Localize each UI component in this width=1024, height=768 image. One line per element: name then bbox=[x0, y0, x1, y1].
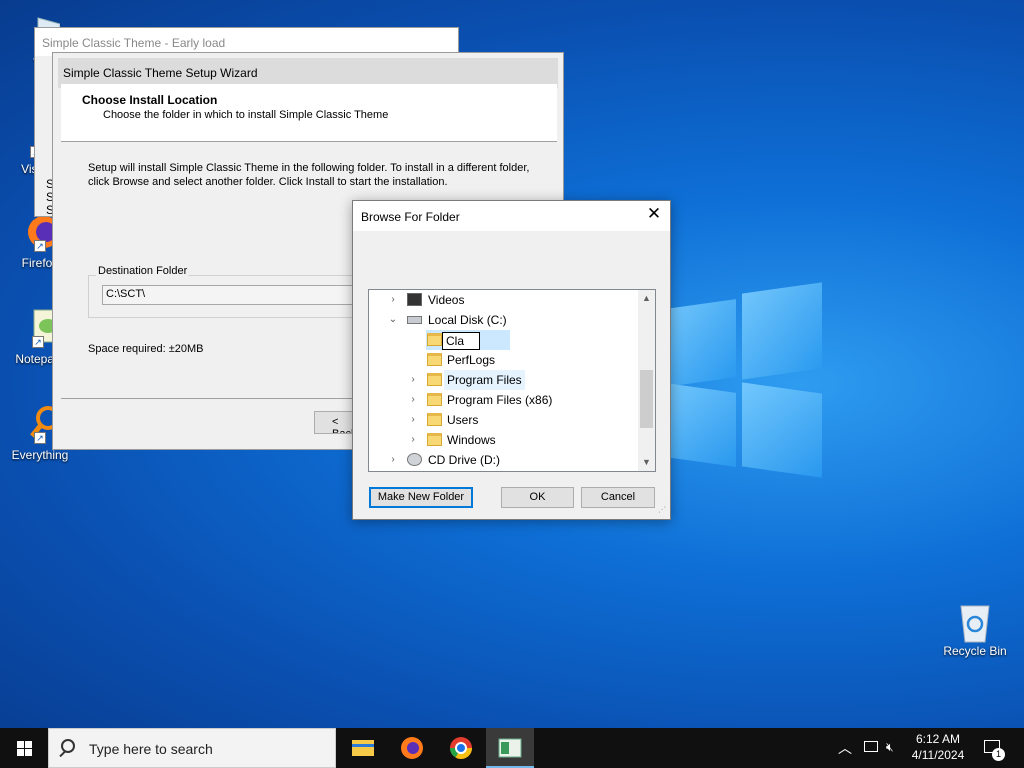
setup-wizard-icon bbox=[498, 738, 522, 758]
destination-folder-label: Destination Folder bbox=[96, 265, 190, 277]
start-button[interactable] bbox=[0, 728, 48, 768]
taskbar-file-explorer[interactable] bbox=[339, 728, 387, 768]
tree-item-users[interactable]: › Users bbox=[369, 410, 639, 430]
folder-rename-input[interactable]: Cla bbox=[442, 332, 480, 350]
taskbar-search-box[interactable]: Type here to search bbox=[48, 728, 336, 768]
volume-muted-icon[interactable]: 🔇︎ bbox=[886, 740, 894, 755]
taskbar-firefox[interactable] bbox=[388, 728, 436, 768]
tree-item-program-files-x86[interactable]: › Program Files (x86) bbox=[369, 390, 639, 410]
notification-count-badge: 1 bbox=[992, 748, 1005, 761]
clock-date: 4/11/2024 bbox=[911, 748, 965, 762]
firefox-icon bbox=[401, 737, 423, 759]
browse-title-bar: Browse For Folder ✕ bbox=[353, 201, 670, 231]
wizard-instructions: Setup will install Simple Classic Theme … bbox=[88, 162, 530, 188]
file-explorer-icon bbox=[352, 740, 374, 756]
tree-item-label: Program Files (x86) bbox=[447, 393, 553, 407]
chevron-right-icon[interactable]: › bbox=[407, 430, 419, 450]
clock-time: 6:12 AM bbox=[915, 732, 961, 746]
drive-icon bbox=[407, 316, 422, 324]
tree-item-label: Users bbox=[447, 413, 479, 427]
folder-icon bbox=[427, 373, 442, 386]
cd-drive-icon bbox=[407, 453, 422, 466]
folder-icon bbox=[427, 333, 442, 346]
recycle-bin-icon bbox=[955, 600, 995, 643]
chevron-right-icon[interactable]: › bbox=[407, 370, 419, 390]
video-folder-icon bbox=[407, 293, 422, 306]
tree-item-label: PerfLogs bbox=[447, 353, 496, 367]
folder-icon bbox=[427, 413, 442, 426]
tree-item-label: Local Disk (C:) bbox=[428, 313, 507, 327]
wizard-header: Choose Install Location Choose the folde… bbox=[61, 84, 557, 142]
resize-grip-icon[interactable]: ⋰ bbox=[658, 506, 668, 517]
desktop-icon-recycle-bin[interactable]: Recycle Bin bbox=[935, 600, 1015, 658]
tree-item-cd-drive[interactable]: › CD Drive (D:) bbox=[369, 450, 639, 470]
browse-for-folder-dialog: Browse For Folder ✕ › Videos ⌄ Local Dis… bbox=[352, 200, 671, 520]
tree-item-local-disk[interactable]: ⌄ Local Disk (C:) bbox=[369, 310, 639, 330]
tree-item-label: Windows bbox=[447, 433, 496, 447]
tree-scrollbar[interactable]: ▲ ▼ bbox=[638, 290, 655, 471]
windows-wallpaper-logo bbox=[660, 270, 830, 480]
folder-icon bbox=[427, 433, 442, 446]
close-icon[interactable]: ✕ bbox=[646, 205, 662, 222]
desktop-icon-label: Recycle Bin bbox=[943, 644, 1007, 658]
taskbar: Type here to search ︿ 🔇︎ 6:12 AM 4/11/20… bbox=[0, 728, 1024, 768]
taskbar-setup-wizard[interactable] bbox=[486, 728, 534, 768]
clock[interactable]: 6:12 AM 4/11/2024 bbox=[904, 732, 972, 762]
chrome-icon bbox=[450, 737, 472, 759]
ok-button[interactable]: OK bbox=[501, 487, 574, 508]
tree-item-label: CD Drive (D:) bbox=[428, 453, 500, 467]
folder-tree[interactable]: › Videos ⌄ Local Disk (C:) Cla PerfLogs … bbox=[368, 289, 656, 472]
folder-icon bbox=[427, 393, 442, 406]
wizard-header-title: Choose Install Location bbox=[82, 93, 218, 107]
make-new-folder-button[interactable]: Make New Folder bbox=[369, 487, 473, 508]
desktop-icon-label: Everything bbox=[11, 448, 69, 462]
browse-title: Browse For Folder bbox=[361, 210, 460, 224]
tree-item-perflogs[interactable]: PerfLogs bbox=[369, 350, 639, 370]
cancel-button[interactable]: Cancel bbox=[581, 487, 655, 508]
tree-item-windows[interactable]: › Windows bbox=[369, 430, 639, 450]
taskbar-chrome[interactable] bbox=[437, 728, 485, 768]
chevron-right-icon[interactable]: › bbox=[407, 410, 419, 430]
wizard-header-subtitle: Choose the folder in which to install Si… bbox=[103, 109, 389, 121]
space-required-text: Space required: ±20MB bbox=[88, 343, 204, 355]
tree-item-label: Program Files bbox=[444, 370, 525, 390]
tree-item-videos[interactable]: › Videos bbox=[369, 290, 639, 310]
search-placeholder: Type here to search bbox=[89, 741, 213, 757]
chevron-right-icon[interactable]: › bbox=[387, 290, 399, 310]
chevron-right-icon[interactable]: › bbox=[387, 450, 399, 470]
show-hidden-icons-chevron-up-icon[interactable]: ︿ bbox=[838, 738, 852, 758]
back-button[interactable]: < Back bbox=[314, 411, 354, 434]
chevron-right-icon[interactable]: › bbox=[407, 390, 419, 410]
folder-icon bbox=[427, 353, 442, 366]
network-icon[interactable] bbox=[864, 741, 878, 752]
chevron-down-icon[interactable]: ⌄ bbox=[387, 310, 399, 330]
scroll-thumb[interactable] bbox=[640, 370, 653, 428]
tree-item-program-files[interactable]: › Program Files bbox=[369, 370, 639, 390]
destination-folder-input[interactable]: C:\SCT\ bbox=[102, 285, 382, 305]
scroll-down-icon[interactable]: ▼ bbox=[638, 454, 655, 471]
tree-item-label: Videos bbox=[428, 293, 465, 307]
scroll-up-icon[interactable]: ▲ bbox=[638, 290, 655, 307]
